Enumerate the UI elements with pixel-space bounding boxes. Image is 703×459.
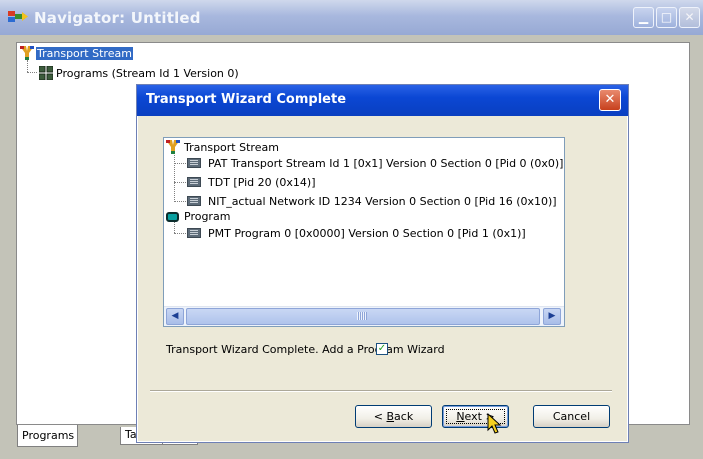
list-item[interactable]: PAT Transport Stream Id 1 [0x1] Version … bbox=[208, 157, 563, 170]
tree-connector bbox=[174, 182, 186, 183]
window-title: Navigator: Untitled bbox=[34, 9, 201, 27]
back-button-mnemonic: B bbox=[386, 410, 395, 423]
close-icon[interactable]: ✕ bbox=[679, 7, 700, 28]
tree-connector bbox=[27, 72, 37, 73]
tree-connector bbox=[27, 60, 28, 72]
table-icon bbox=[187, 196, 201, 206]
list-program-label[interactable]: Program bbox=[184, 210, 230, 223]
dialog-close-icon[interactable]: ✕ bbox=[599, 89, 621, 111]
maximize-icon[interactable]: □ bbox=[656, 7, 677, 28]
list-item[interactable]: TDT [Pid 20 (0x14)] bbox=[208, 176, 316, 189]
scroll-right-icon[interactable]: ▶ bbox=[543, 308, 561, 325]
minimize-icon[interactable]: ▁ bbox=[633, 7, 654, 28]
app-icon bbox=[8, 11, 28, 22]
transport-stream-icon bbox=[20, 46, 34, 60]
mouse-cursor-icon bbox=[487, 413, 502, 434]
tree-connector bbox=[174, 233, 186, 234]
programs-icon bbox=[39, 66, 53, 80]
table-icon bbox=[187, 228, 201, 238]
cancel-button[interactable]: Cancel bbox=[533, 405, 610, 428]
tree-connector bbox=[174, 163, 186, 164]
dialog-title: Transport Wizard Complete bbox=[146, 92, 347, 107]
back-button-prefix: < bbox=[373, 410, 387, 423]
list-item[interactable]: NIT_actual Network ID 1234 Version 0 Sec… bbox=[208, 195, 557, 208]
back-button[interactable]: < Back bbox=[355, 405, 432, 428]
program-icon bbox=[166, 212, 179, 222]
tree-programs-item[interactable]: Programs (Stream Id 1 Version 0) bbox=[56, 67, 239, 80]
list-item[interactable]: PMT Program 0 [0x0000] Version 0 Section… bbox=[208, 227, 526, 240]
tree-root-label: Transport Stream bbox=[36, 47, 133, 60]
dialog-separator bbox=[150, 390, 612, 392]
tree-connector bbox=[174, 222, 175, 233]
scrollbar-grip-icon bbox=[357, 312, 367, 320]
table-icon bbox=[187, 177, 201, 187]
tab-programs[interactable]: Programs bbox=[17, 425, 78, 447]
add-program-wizard-checkbox[interactable]: ✓ bbox=[376, 343, 388, 355]
scroll-left-icon[interactable]: ◀ bbox=[166, 308, 184, 325]
list-root-label: Transport Stream bbox=[184, 141, 279, 154]
table-icon bbox=[187, 158, 201, 168]
add-program-wizard-label: Transport Wizard Complete. Add a Program… bbox=[166, 343, 445, 356]
transport-stream-icon bbox=[166, 140, 180, 154]
back-button-label: ack bbox=[394, 410, 414, 423]
tree-connector bbox=[174, 201, 186, 202]
tree-root-item[interactable]: Transport Stream bbox=[36, 47, 133, 60]
